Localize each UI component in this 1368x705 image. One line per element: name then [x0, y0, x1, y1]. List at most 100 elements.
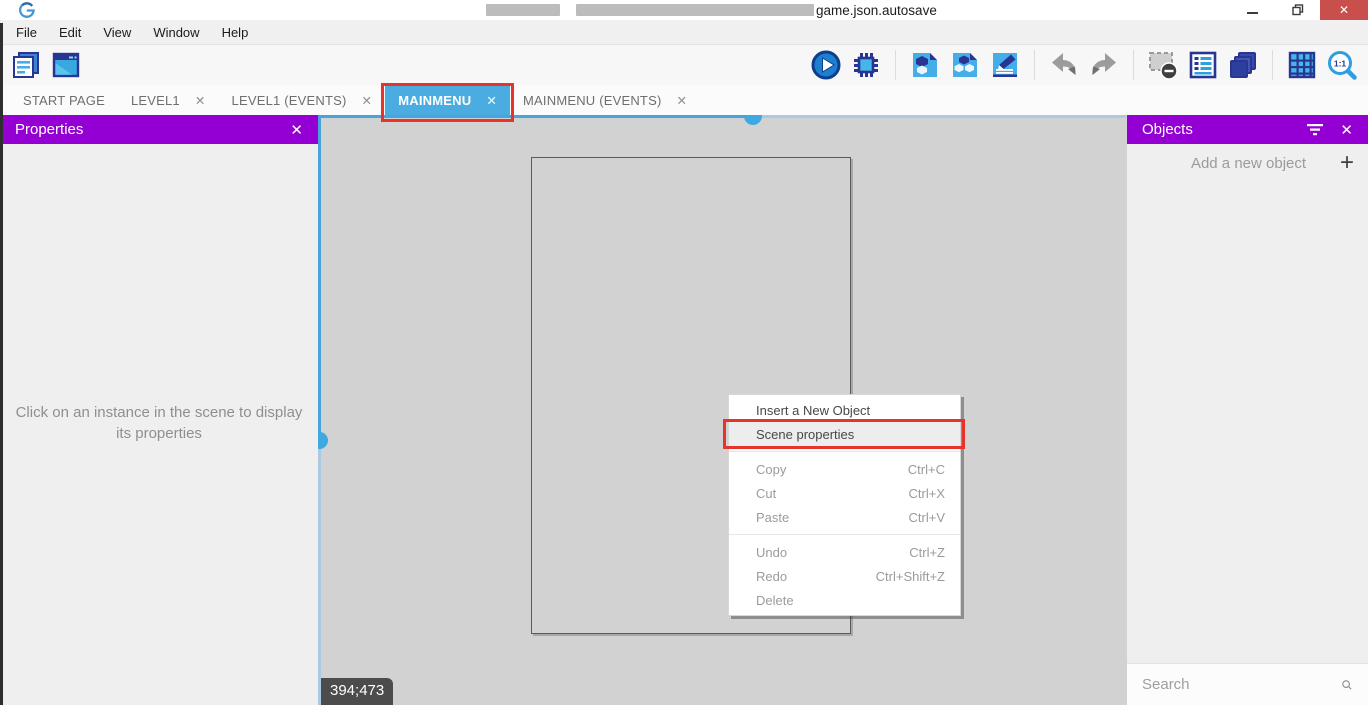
properties-panel: Properties ✕ Click on an instance in the…	[0, 115, 318, 705]
add-object-label: Add a new object	[1127, 155, 1340, 172]
objects-list-icon	[1188, 50, 1218, 80]
divider-drag-handle[interactable]	[744, 115, 762, 125]
redacted-text-block	[486, 4, 560, 16]
close-icon: ✕	[1339, 3, 1349, 17]
layers-icon	[1228, 50, 1258, 80]
menu-help[interactable]: Help	[211, 22, 260, 43]
minimize-button[interactable]	[1230, 0, 1275, 20]
tab-label: START PAGE	[23, 93, 105, 108]
menu-separator	[729, 451, 960, 452]
layers-button[interactable]	[1225, 47, 1261, 83]
restore-icon	[1292, 4, 1304, 16]
menu-edit[interactable]: Edit	[48, 22, 92, 43]
filter-icon[interactable]	[1306, 123, 1324, 137]
scene-editor-button[interactable]	[907, 47, 943, 83]
gdevelop-window: game.json.autosave ✕ File Edit View Wind…	[0, 0, 1368, 705]
panel-divider-left[interactable]	[318, 115, 321, 440]
close-button[interactable]: ✕	[1320, 0, 1368, 20]
start-page-icon	[51, 50, 81, 80]
window-controls: ✕	[1230, 0, 1368, 20]
panel-divider-top[interactable]	[752, 115, 1126, 118]
window-title-text: game.json.autosave	[816, 3, 937, 18]
toolbar: 1:1	[0, 45, 1368, 85]
shortcut-label: Ctrl+C	[908, 462, 945, 477]
tab-label: LEVEL1	[131, 93, 180, 108]
start-page-button[interactable]	[48, 47, 84, 83]
redo-button[interactable]	[1086, 47, 1122, 83]
restore-button[interactable]	[1275, 0, 1320, 20]
events-editor-button[interactable]	[987, 47, 1023, 83]
redo-icon	[1088, 49, 1120, 81]
panel-divider-top[interactable]	[318, 115, 752, 118]
grid-icon	[1287, 50, 1317, 80]
window-edge	[0, 23, 3, 705]
project-manager-icon	[11, 50, 41, 80]
project-manager-button[interactable]	[8, 47, 44, 83]
properties-empty-message: Click on an instance in the scene to dis…	[10, 402, 308, 444]
shortcut-label: Ctrl+V	[909, 510, 945, 525]
tab-mainmenu[interactable]: MAINMENU ✕	[385, 85, 510, 115]
objects-panel-title: Objects	[1142, 121, 1306, 138]
menu-item-cut[interactable]: Cut Ctrl+X	[729, 481, 960, 505]
minimize-icon	[1247, 12, 1258, 14]
grid-button[interactable]	[1284, 47, 1320, 83]
title-bar: game.json.autosave ✕	[0, 0, 1368, 20]
close-icon[interactable]: ✕	[1340, 121, 1353, 139]
menu-item-copy[interactable]: Copy Ctrl+C	[729, 457, 960, 481]
search-input[interactable]	[1142, 676, 1341, 693]
properties-panel-header: Properties ✕	[0, 115, 318, 144]
menu-item-insert-new-object[interactable]: Insert a New Object	[729, 398, 960, 422]
tab-level1[interactable]: LEVEL1 ✕	[118, 85, 219, 115]
instances-icon	[950, 50, 980, 80]
window-title: game.json.autosave	[486, 0, 937, 20]
cursor-coordinates-badge: 394;473	[321, 678, 393, 705]
undo-button[interactable]	[1046, 47, 1082, 83]
tab-start-page[interactable]: START PAGE	[10, 85, 118, 115]
shortcut-label: Ctrl+Z	[909, 545, 945, 560]
add-object-row[interactable]: Add a new object +	[1127, 144, 1368, 182]
mask-toggle-button[interactable]	[1145, 47, 1181, 83]
close-icon[interactable]: ✕	[290, 121, 303, 139]
menu-item-delete[interactable]: Delete	[729, 588, 960, 612]
objects-panel: Objects ✕ Add a new object +	[1126, 115, 1368, 705]
menu-view[interactable]: View	[92, 22, 142, 43]
mask-toggle-icon	[1147, 49, 1179, 81]
menu-window[interactable]: Window	[142, 22, 210, 43]
toolbar-separator	[1272, 50, 1273, 80]
editor-tab-bar: START PAGE LEVEL1 ✕ LEVEL1 (EVENTS) ✕ MA…	[0, 85, 1368, 115]
menu-bar: File Edit View Window Help	[0, 20, 1368, 45]
plus-icon[interactable]: +	[1340, 151, 1354, 175]
toolbar-separator	[1133, 50, 1134, 80]
toolbar-separator	[895, 50, 896, 80]
tab-label: MAINMENU (EVENTS)	[523, 93, 661, 108]
menu-file[interactable]: File	[5, 22, 48, 43]
properties-panel-title: Properties	[15, 121, 290, 138]
tab-close-icon[interactable]: ✕	[676, 93, 687, 108]
tab-level1-events[interactable]: LEVEL1 (EVENTS) ✕	[219, 85, 386, 115]
scene-canvas[interactable]: 394;473	[318, 115, 1126, 705]
search-icon	[1341, 675, 1353, 695]
play-icon	[810, 49, 842, 81]
tab-close-icon[interactable]: ✕	[195, 93, 206, 108]
tab-close-icon[interactable]: ✕	[486, 93, 497, 108]
gdevelop-logo-icon	[18, 2, 35, 19]
menu-item-redo[interactable]: Redo Ctrl+Shift+Z	[729, 564, 960, 588]
zoom-1-1-button[interactable]: 1:1	[1324, 47, 1360, 83]
undo-icon	[1048, 49, 1080, 81]
menu-item-paste[interactable]: Paste Ctrl+V	[729, 505, 960, 529]
debug-button[interactable]	[848, 47, 884, 83]
objects-search-bar	[1127, 663, 1368, 705]
preview-button[interactable]	[808, 47, 844, 83]
scene-editor-icon	[910, 50, 940, 80]
instances-button[interactable]	[947, 47, 983, 83]
tab-mainmenu-events[interactable]: MAINMENU (EVENTS) ✕	[510, 85, 700, 115]
panel-divider-left[interactable]	[318, 440, 321, 705]
menu-item-undo[interactable]: Undo Ctrl+Z	[729, 540, 960, 564]
tab-label: LEVEL1 (EVENTS)	[232, 93, 347, 108]
objects-list-button[interactable]	[1185, 47, 1221, 83]
menu-item-scene-properties[interactable]: Scene properties	[729, 422, 960, 446]
tab-close-icon[interactable]: ✕	[362, 93, 373, 108]
events-editor-icon	[990, 50, 1020, 80]
toolbar-left-group	[0, 47, 84, 83]
zoom-1-1-icon: 1:1	[1326, 49, 1358, 81]
